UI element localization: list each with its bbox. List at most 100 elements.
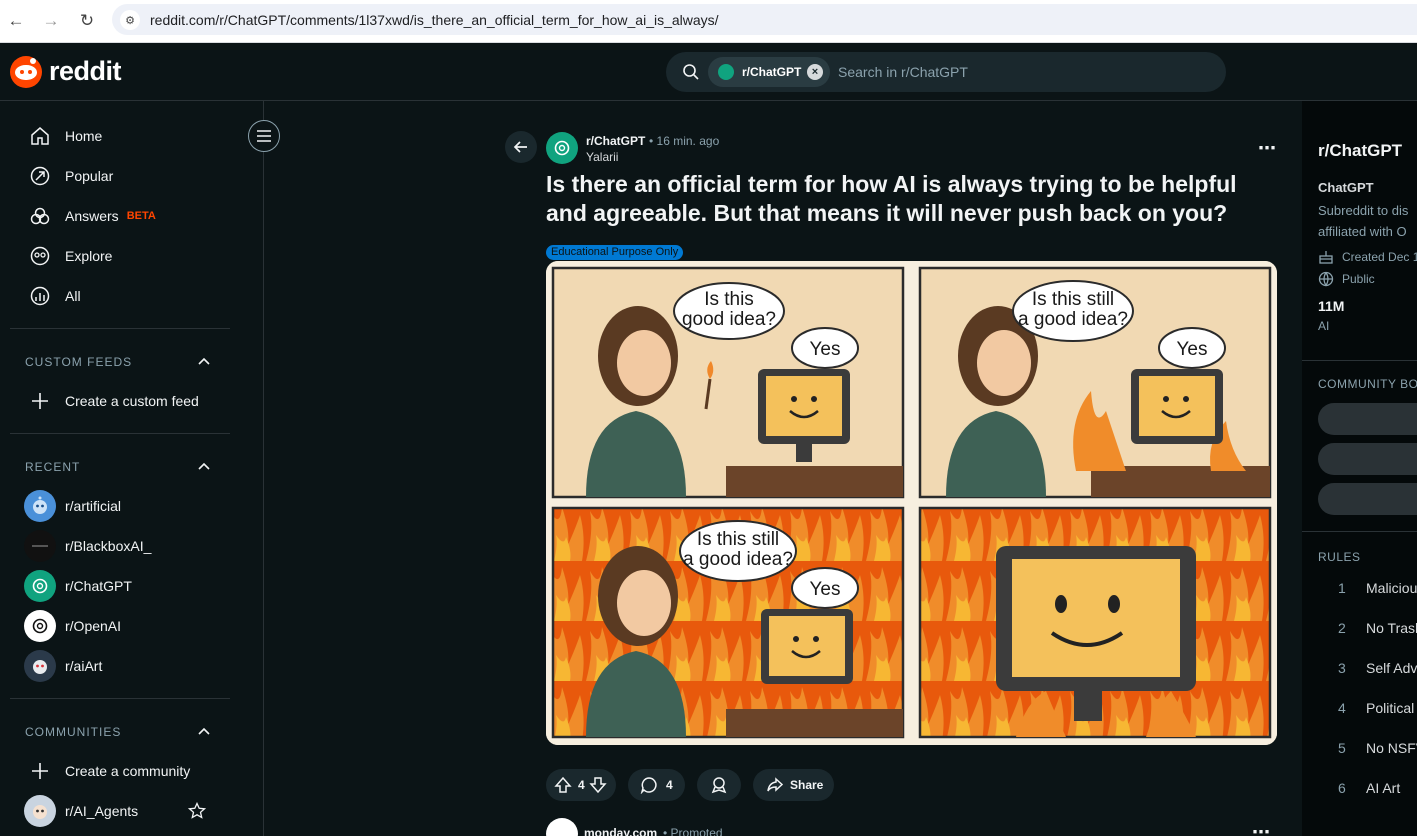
community-bookmarks-heading: COMMUNITY BOO bbox=[1318, 377, 1417, 391]
panel-3-question-line-1: Is this still bbox=[697, 529, 779, 550]
all-icon bbox=[29, 285, 51, 307]
reload-icon[interactable]: ↻ bbox=[74, 8, 100, 34]
panel-2-answer: Yes bbox=[1177, 339, 1208, 360]
recent-item-aiart[interactable]: r/aiArt bbox=[24, 648, 224, 684]
community-title: r/ChatGPT bbox=[1318, 141, 1403, 160]
custom-feeds-heading[interactable]: CUSTOM FEEDS bbox=[25, 355, 132, 369]
site-settings-icon[interactable]: ⚙ bbox=[120, 10, 140, 30]
vote-control: 4 bbox=[546, 769, 616, 801]
recent-item-chatgpt[interactable]: r/ChatGPT bbox=[24, 568, 224, 604]
comments-button[interactable]: 4 bbox=[628, 769, 685, 801]
comic-panel-2: Is this still a good idea? Yes bbox=[918, 266, 1272, 499]
recent-heading[interactable]: RECENT bbox=[25, 460, 80, 474]
star-icon[interactable] bbox=[188, 802, 206, 820]
browser-toolbar: ← → ↻ ⚙ reddit.com/r/ChatGPT/comments/1l… bbox=[0, 0, 1417, 43]
sidebar-item-label: All bbox=[65, 288, 81, 304]
reddit-wordmark[interactable]: reddit bbox=[49, 56, 122, 87]
clear-scope-icon[interactable]: × bbox=[807, 64, 823, 80]
rule-item[interactable]: 5 No NSFV bbox=[1318, 740, 1417, 760]
ad-advertiser[interactable]: monday.com bbox=[584, 826, 657, 836]
url-text: reddit.com/r/ChatGPT/comments/1l37xwd/is… bbox=[150, 12, 719, 28]
community-visibility: Public bbox=[1318, 271, 1375, 287]
reddit-header: reddit r/ChatGPT × Search in r/ChatGPT bbox=[0, 43, 1417, 101]
bookmark-button[interactable] bbox=[1318, 443, 1417, 475]
chevron-up-icon[interactable] bbox=[196, 355, 212, 367]
post-flair[interactable]: Educational Purpose Only bbox=[546, 245, 684, 260]
recent-item-artificial[interactable]: r/artificial bbox=[24, 488, 224, 524]
cake-icon bbox=[1319, 251, 1333, 264]
create-community-button[interactable]: Create a community bbox=[24, 751, 244, 791]
rule-item[interactable]: 1 Maliciou bbox=[1318, 580, 1417, 600]
recent-item-label: r/BlackboxAI_ bbox=[65, 538, 152, 554]
rule-text: AI Art bbox=[1366, 780, 1401, 796]
rule-item[interactable]: 3 Self Adv bbox=[1318, 660, 1417, 680]
sidebar-item-home[interactable]: Home bbox=[24, 116, 244, 156]
search-scope-chip[interactable]: r/ChatGPT × bbox=[708, 57, 830, 87]
aiart-avatar-icon bbox=[24, 650, 56, 682]
community-item-ai-agents[interactable]: r/AI_Agents bbox=[24, 793, 224, 829]
browser-back-icon[interactable]: ← bbox=[3, 8, 29, 34]
rule-text: No NSFV bbox=[1366, 740, 1417, 756]
reddit-logo-icon[interactable] bbox=[10, 56, 42, 88]
visibility-text: Public bbox=[1342, 272, 1375, 286]
comic-panel-1: Is this good idea? Yes bbox=[551, 266, 905, 499]
divider bbox=[1302, 531, 1417, 532]
rule-item[interactable]: 2 No Trash bbox=[1318, 620, 1417, 640]
rule-item[interactable]: 4 Political bbox=[1318, 700, 1417, 720]
sidebar-item-label: Explore bbox=[65, 248, 113, 264]
rule-number: 5 bbox=[1338, 740, 1346, 756]
rule-item[interactable]: 6 AI Art bbox=[1318, 780, 1417, 800]
sidebar-item-answers[interactable]: Answers BETA bbox=[24, 196, 244, 236]
panel-1-question-line-1: Is this bbox=[704, 289, 754, 310]
bookmark-button[interactable] bbox=[1318, 403, 1417, 435]
comment-icon bbox=[640, 777, 657, 794]
collapse-sidebar-button[interactable] bbox=[248, 120, 280, 152]
downvote-icon[interactable] bbox=[589, 776, 607, 794]
comic-illustration: Is this good idea? Yes Is this still a g… bbox=[546, 261, 1277, 745]
search-input[interactable]: r/ChatGPT × Search in r/ChatGPT bbox=[666, 52, 1226, 92]
plus-icon bbox=[29, 390, 51, 412]
recent-item-label: r/aiArt bbox=[65, 658, 103, 674]
chatgpt-avatar-icon bbox=[718, 64, 734, 80]
upvote-icon[interactable] bbox=[554, 776, 572, 794]
post-subreddit-link[interactable]: r/ChatGPT bbox=[586, 134, 645, 148]
more-options-icon[interactable]: ⋯ bbox=[1258, 138, 1277, 159]
recent-item-label: r/ChatGPT bbox=[65, 578, 132, 594]
create-custom-feed-label: Create a custom feed bbox=[65, 393, 199, 409]
sidebar-item-explore[interactable]: Explore bbox=[24, 236, 244, 276]
rule-text: Political bbox=[1366, 700, 1415, 716]
globe-icon bbox=[1318, 271, 1334, 287]
communities-heading[interactable]: COMMUNITIES bbox=[25, 725, 121, 739]
community-item-label: r/AI_Agents bbox=[65, 803, 139, 819]
ad-more-options-icon[interactable]: ⋯ bbox=[1252, 822, 1270, 836]
browser-forward-icon[interactable]: → bbox=[38, 8, 64, 34]
popular-icon bbox=[29, 165, 51, 187]
community-name: ChatGPT bbox=[1318, 180, 1374, 195]
panel-2-question-line-2: a good idea? bbox=[1018, 309, 1128, 330]
community-sidebar: r/ChatGPT ChatGPT Subreddit to dis affil… bbox=[1302, 101, 1417, 836]
search-placeholder: Search in r/ChatGPT bbox=[838, 64, 968, 80]
comic-panel-3: Is this still a good idea? Yes bbox=[551, 506, 905, 739]
chevron-up-icon[interactable] bbox=[196, 725, 212, 737]
sidebar-item-all[interactable]: All bbox=[24, 276, 244, 316]
address-bar[interactable]: ⚙ reddit.com/r/ChatGPT/comments/1l37xwd/… bbox=[112, 4, 1417, 35]
rule-text: Maliciou bbox=[1366, 580, 1417, 596]
post-image[interactable]: Is this good idea? Yes Is this still a g… bbox=[546, 261, 1277, 745]
chevron-up-icon[interactable] bbox=[196, 460, 212, 472]
share-button[interactable]: Share bbox=[753, 769, 834, 801]
award-button[interactable] bbox=[697, 769, 741, 801]
panel-2-question-line-1: Is this still bbox=[1032, 289, 1114, 310]
create-custom-feed-button[interactable]: Create a custom feed bbox=[24, 381, 244, 421]
comic-panel-4 bbox=[918, 506, 1272, 739]
recent-item-blackboxai[interactable]: r/BlackboxAI_ bbox=[24, 528, 224, 564]
post-timestamp: • 16 min. ago bbox=[649, 134, 720, 148]
back-button[interactable] bbox=[505, 131, 537, 163]
sidebar-item-popular[interactable]: Popular bbox=[24, 156, 244, 196]
post-author-link[interactable]: Yalarii bbox=[586, 150, 618, 164]
ad-promoted-label: • Promoted bbox=[663, 826, 723, 836]
chatgpt-avatar-icon[interactable] bbox=[546, 132, 578, 164]
divider bbox=[10, 328, 230, 329]
recent-item-openai[interactable]: r/OpenAI bbox=[24, 608, 224, 644]
ai-agents-avatar-icon bbox=[24, 795, 56, 827]
bookmark-button[interactable] bbox=[1318, 483, 1417, 515]
